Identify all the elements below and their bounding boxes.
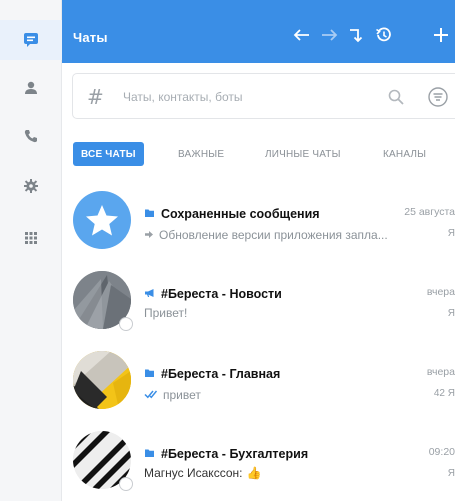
chat-title: #Береста - Новости <box>161 287 282 301</box>
chat-preview-row: Магнус Исакссон: 👍 <box>144 466 440 480</box>
chat-item-saved-messages[interactable]: Сохраненные сообщения 25 августа Обновле… <box>62 180 455 260</box>
photo-avatar-yellow <box>73 351 131 409</box>
sidebar-item-settings[interactable] <box>0 166 62 206</box>
chat-preview: привет <box>163 388 201 402</box>
status-badge <box>119 317 133 331</box>
chat-item-beresta-main[interactable]: #Береста - Главная вчера привет 42 Я <box>62 340 455 420</box>
chat-title: #Береста - Бухгалтерия <box>161 447 309 461</box>
chat-time: 09:20 <box>428 446 455 458</box>
search-input[interactable] <box>123 88 373 106</box>
person-icon <box>23 80 39 96</box>
left-sidebar <box>0 0 62 501</box>
jump-arrow-icon <box>348 27 364 48</box>
folder-icon <box>144 365 155 383</box>
tab-important[interactable]: ВАЖНЫЕ <box>178 142 224 166</box>
phone-icon <box>23 128 39 144</box>
chat-preview: Обновление версии приложения запла... <box>159 228 388 242</box>
chat-title-row: Сохраненные сообщения <box>144 205 320 223</box>
chat-preview: Привет! <box>144 306 188 320</box>
chat-icon <box>22 32 40 48</box>
chat-title: Сохраненные сообщения <box>161 207 320 221</box>
star-avatar <box>73 191 131 249</box>
sidebar-item-contacts[interactable] <box>0 68 62 108</box>
search-bar: # <box>62 63 455 129</box>
tab-channels[interactable]: КАНАЛЫ <box>383 142 426 166</box>
tab-personal-chats[interactable]: ЛИЧНЫЕ ЧАТЫ <box>265 142 341 166</box>
filter-icon[interactable] <box>427 86 449 113</box>
sidebar-item-chats[interactable] <box>0 20 62 60</box>
forward-button[interactable] <box>318 26 340 48</box>
chat-item-beresta-news[interactable]: #Береста - Новости вчера Привет! Я <box>62 260 455 340</box>
folder-icon <box>144 445 155 463</box>
chat-title: #Береста - Главная <box>161 367 281 381</box>
add-button[interactable] <box>430 26 452 48</box>
arrow-right-icon <box>320 28 338 47</box>
thumbs-up-emoji: 👍 <box>246 466 262 480</box>
page-title: Чаты <box>73 30 108 45</box>
apps-grid-icon <box>24 231 38 245</box>
megaphone-icon <box>144 285 155 303</box>
chat-title-row: #Береста - Главная <box>144 365 280 383</box>
search-icon[interactable] <box>387 88 405 111</box>
chat-preview-row: Привет! <box>144 306 440 320</box>
chat-preview-row: привет <box>144 386 440 404</box>
double-check-icon <box>144 386 158 404</box>
app-header: Чаты <box>62 0 455 63</box>
chat-preview: Магнус Исакссон: <box>144 466 243 480</box>
forward-arrow-icon <box>144 226 154 244</box>
search-box: # <box>72 73 455 119</box>
plus-icon <box>432 26 450 49</box>
chat-sender-marker: Я <box>447 228 455 239</box>
arrow-left-icon <box>293 28 311 47</box>
tab-all-chats[interactable]: ВСЕ ЧАТЫ <box>73 142 144 166</box>
chat-item-beresta-accounting[interactable]: #Береста - Бухгалтерия 09:20 Магнус Исак… <box>62 420 455 500</box>
chat-preview-row: Обновление версии приложения запла... <box>144 226 440 244</box>
chat-sender-marker: Я <box>447 468 455 479</box>
back-button[interactable] <box>291 26 313 48</box>
chat-filter-tabs: ВСЕ ЧАТЫ ВАЖНЫЕ ЛИЧНЫЕ ЧАТЫ КАНАЛЫ <box>62 129 455 177</box>
history-icon <box>375 26 393 49</box>
folder-icon <box>144 205 155 223</box>
chat-time: 25 августа <box>404 206 455 218</box>
sidebar-item-calls[interactable] <box>0 116 62 156</box>
chat-time: вчера <box>426 286 455 298</box>
sidebar-item-apps[interactable] <box>0 218 62 258</box>
history-button[interactable] <box>373 26 395 48</box>
status-badge <box>119 477 133 491</box>
hashtag-icon: # <box>87 85 104 109</box>
chat-sender-marker: 42 Я <box>433 388 455 399</box>
jump-button[interactable] <box>345 26 367 48</box>
chat-time: вчера <box>426 366 455 378</box>
chat-title-row: #Береста - Новости <box>144 285 282 303</box>
gear-icon <box>23 178 39 194</box>
chat-title-row: #Береста - Бухгалтерия <box>144 445 308 463</box>
chat-sender-marker: Я <box>447 308 455 319</box>
